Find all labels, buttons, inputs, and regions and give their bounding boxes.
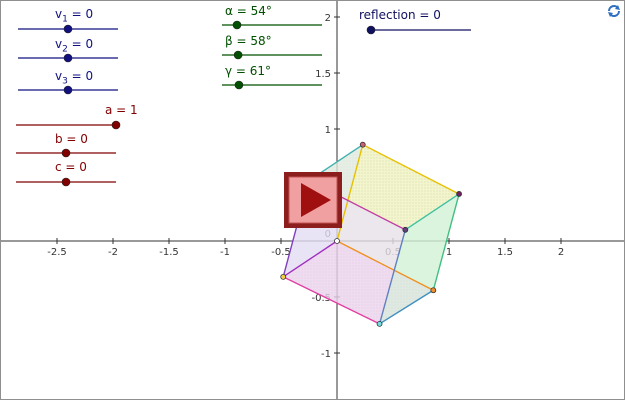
slider-v1-label: v1 = 0	[55, 7, 94, 25]
slider-v3-knob	[63, 85, 73, 95]
slider-b-label: b = 0	[55, 132, 88, 146]
cube-vertex	[376, 320, 383, 327]
slider-v1-knob	[63, 24, 73, 34]
slider-c-knob	[61, 177, 71, 187]
cube-vertex	[456, 191, 462, 197]
slider-beta-label: β = 58°	[225, 34, 272, 48]
x-tick-label: -1.5	[159, 247, 179, 258]
slider-b-knob	[61, 148, 71, 158]
cube-vertex	[334, 238, 340, 244]
play-button[interactable]	[283, 171, 343, 229]
x-tick-label: -2	[108, 247, 118, 258]
slider-a-label: a = 1	[105, 103, 138, 117]
x-tick-label: 1.5	[497, 247, 513, 258]
slider-gamma-knob	[234, 80, 244, 90]
slider-alpha-knob	[232, 20, 242, 30]
slider-reflection-knob	[366, 25, 376, 35]
x-tick-label: 1	[446, 247, 452, 258]
cube-vertex	[402, 226, 409, 233]
y-tick-label: 2	[325, 13, 331, 24]
slider-alpha-label: α = 54°	[225, 4, 272, 18]
slider-gamma-label: γ = 61°	[225, 64, 272, 78]
slider-v2-knob	[63, 53, 73, 63]
reset-icon	[608, 5, 620, 17]
y-tick-label: 1.5	[315, 69, 331, 80]
cube-vertex	[359, 141, 366, 148]
x-tick-label: 2	[558, 247, 564, 258]
x-tick-label: -0.5	[271, 247, 291, 258]
x-tick-label: -2.5	[47, 247, 67, 258]
slider-a-knob	[111, 120, 121, 130]
x-tick-label: -1	[220, 247, 230, 258]
slider-v3-label: v3 = 0	[55, 69, 94, 87]
slider-beta-knob	[233, 50, 243, 60]
y-tick-label: 1	[325, 125, 331, 136]
y-tick-label: -1	[321, 349, 331, 360]
play-icon	[284, 172, 342, 228]
cube-vertex	[430, 287, 437, 294]
cube-vertex	[280, 273, 287, 280]
slider-reflection-label: reflection = 0	[359, 8, 441, 22]
slider-v2-label: v2 = 0	[55, 37, 94, 55]
slider-c-label: c = 0	[55, 160, 87, 174]
geogebra-applet: -2.5-2-1.5-1-0.50.511.52-1-0.50.511.520 …	[0, 0, 625, 400]
reset-button[interactable]	[606, 3, 622, 19]
